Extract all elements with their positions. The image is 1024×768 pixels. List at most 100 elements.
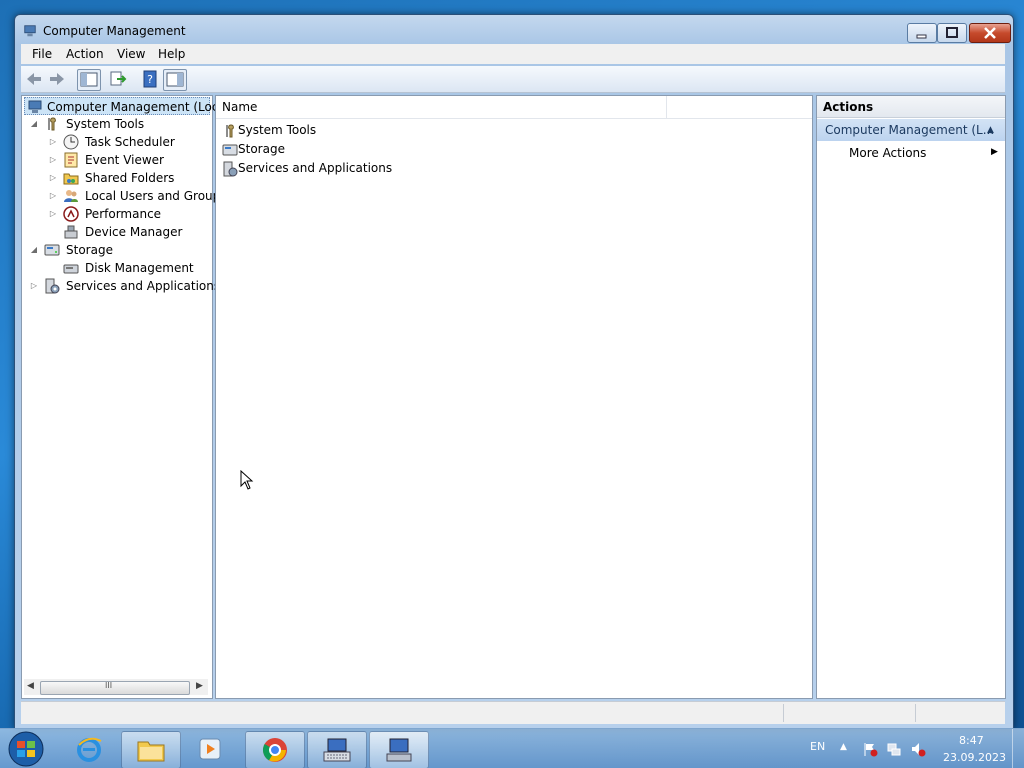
collapse-up-icon[interactable]: ▲ xyxy=(987,119,994,141)
actions-section-computer-management[interactable]: Computer Management (L... ▲ xyxy=(817,119,1005,141)
more-actions-item[interactable]: More Actions ▶ xyxy=(849,146,999,164)
menu-bar: File Action View Help xyxy=(21,44,1005,64)
scroll-right-icon[interactable]: ▶ xyxy=(196,681,203,691)
computer-management-icon xyxy=(386,738,412,762)
title-bar[interactable]: Computer Management xyxy=(15,15,1013,45)
clock-date[interactable]: 23.09.2023 xyxy=(943,751,1006,764)
tree-label-storage: Storage xyxy=(66,243,113,257)
storage-icon xyxy=(44,244,60,256)
list-item-label: System Tools xyxy=(238,123,317,137)
taskbar-on-screen-keyboard[interactable] xyxy=(307,731,367,768)
scroll-left-icon[interactable]: ◀ xyxy=(27,681,34,691)
expand-arrow-icon[interactable]: ▷ xyxy=(49,187,57,205)
tree-item-services-and-applications[interactable]: ▷ Services and Applications xyxy=(30,277,220,295)
disk-icon xyxy=(63,264,79,274)
back-arrow-icon xyxy=(27,73,41,85)
show-hide-action-pane-button[interactable] xyxy=(163,69,187,91)
close-icon xyxy=(984,27,996,39)
expand-arrow-icon[interactable]: ▷ xyxy=(30,277,38,295)
taskbar-chrome[interactable] xyxy=(245,731,305,768)
help-icon: ? xyxy=(143,70,157,88)
menu-file[interactable]: File xyxy=(32,47,52,61)
action-center-flag-icon[interactable] xyxy=(862,741,878,757)
status-divider xyxy=(783,704,784,722)
taskbar-computer-management[interactable] xyxy=(369,731,429,768)
actions-pane: Actions Computer Management (L... ▲ More… xyxy=(816,95,1006,699)
performance-icon xyxy=(63,206,79,222)
tree-item-storage[interactable]: ◢ Storage xyxy=(30,241,210,259)
explorer-icon xyxy=(137,741,165,762)
taskbar-media-player[interactable] xyxy=(184,731,238,767)
column-header: Name xyxy=(216,96,812,119)
network-icon[interactable] xyxy=(886,741,902,757)
clock-icon xyxy=(63,134,79,150)
taskbar-internet-explorer[interactable] xyxy=(62,731,116,767)
menu-help[interactable]: Help xyxy=(158,47,185,61)
actions-header: Actions xyxy=(817,96,1005,118)
expand-arrow-icon[interactable]: ▷ xyxy=(49,205,57,223)
scrollbar-thumb[interactable]: III xyxy=(40,681,190,695)
actions-section-label: Computer Management (L... xyxy=(825,123,995,137)
horizontal-scrollbar[interactable]: ◀ III ▶ xyxy=(24,679,208,695)
taskbar-explorer[interactable] xyxy=(121,731,181,768)
language-indicator[interactable]: EN xyxy=(810,740,825,753)
menu-view[interactable]: View xyxy=(117,47,145,61)
tree-item-shared-folders[interactable]: ▷ Shared Folders xyxy=(49,169,209,187)
expand-arrow-icon[interactable]: ▷ xyxy=(49,133,57,151)
help-button[interactable]: ? xyxy=(139,69,161,89)
status-divider xyxy=(915,704,916,722)
column-name-header[interactable]: Name xyxy=(222,100,257,114)
forward-button[interactable] xyxy=(46,69,68,89)
list-item[interactable]: System Tools xyxy=(222,121,422,140)
collapse-arrow-icon[interactable]: ◢ xyxy=(30,115,38,133)
tree-item-event-viewer[interactable]: ▷ Event Viewer xyxy=(49,151,209,169)
show-hide-console-tree-button[interactable] xyxy=(77,69,101,91)
console-tree-icon xyxy=(80,72,98,87)
menu-action[interactable]: Action xyxy=(66,47,104,61)
minimize-button[interactable] xyxy=(907,23,937,43)
tree-item-performance[interactable]: ▷ Performance xyxy=(49,205,209,223)
export-list-button[interactable] xyxy=(107,69,129,89)
tools-icon xyxy=(226,124,234,138)
tree-label-device-manager: Device Manager xyxy=(85,225,183,239)
show-desktop-button[interactable] xyxy=(1012,729,1024,768)
tree-item-system-tools[interactable]: ◢ System Tools xyxy=(30,115,210,133)
mouse-cursor-icon xyxy=(240,470,254,490)
internet-explorer-icon xyxy=(77,737,102,762)
computer-management-icon xyxy=(24,25,36,37)
close-button[interactable] xyxy=(969,23,1011,43)
users-icon xyxy=(64,190,78,202)
list-item-label: Storage xyxy=(238,142,285,156)
tree-item-root[interactable]: Computer Management (Local xyxy=(24,97,229,115)
window-title: Computer Management xyxy=(43,24,186,38)
maximize-button[interactable] xyxy=(937,23,967,43)
list-item[interactable]: Services and Applications xyxy=(222,159,422,178)
tree-item-device-manager[interactable]: Device Manager xyxy=(49,223,209,241)
show-hidden-icons-icon[interactable]: ▲ xyxy=(840,742,847,752)
tree-label-services-and-applications: Services and Applications xyxy=(66,279,221,293)
services-icon xyxy=(45,278,60,294)
tools-icon xyxy=(48,117,56,131)
start-button[interactable] xyxy=(6,730,46,768)
list-item[interactable]: Storage xyxy=(222,140,422,159)
expand-arrow-icon[interactable]: ▷ xyxy=(49,151,57,169)
tree-label-disk-management: Disk Management xyxy=(85,261,194,275)
volume-muted-icon[interactable] xyxy=(910,741,926,757)
back-button[interactable] xyxy=(23,69,45,89)
expand-arrow-icon[interactable]: ▷ xyxy=(49,169,57,187)
submenu-arrow-icon: ▶ xyxy=(991,147,998,157)
tree-item-local-users-and-groups[interactable]: ▷ Local Users and Groups xyxy=(49,187,227,205)
column-divider[interactable] xyxy=(666,96,667,118)
svg-text:?: ? xyxy=(147,73,153,86)
computer-management-window: Computer Management File Action View Hel… xyxy=(14,14,1014,729)
tree-label-shared-folders: Shared Folders xyxy=(85,171,175,185)
clock-time[interactable]: 8:47 xyxy=(959,734,984,747)
tree-item-disk-management[interactable]: Disk Management xyxy=(49,259,209,277)
event-viewer-icon xyxy=(64,152,78,168)
tree-item-task-scheduler[interactable]: ▷ Task Scheduler xyxy=(49,133,209,151)
tree-label-local-users-and-groups: Local Users and Groups xyxy=(85,189,227,203)
services-icon xyxy=(223,161,238,177)
chrome-icon xyxy=(262,738,287,762)
tree-label-task-scheduler: Task Scheduler xyxy=(85,135,175,149)
collapse-arrow-icon[interactable]: ◢ xyxy=(30,241,38,259)
